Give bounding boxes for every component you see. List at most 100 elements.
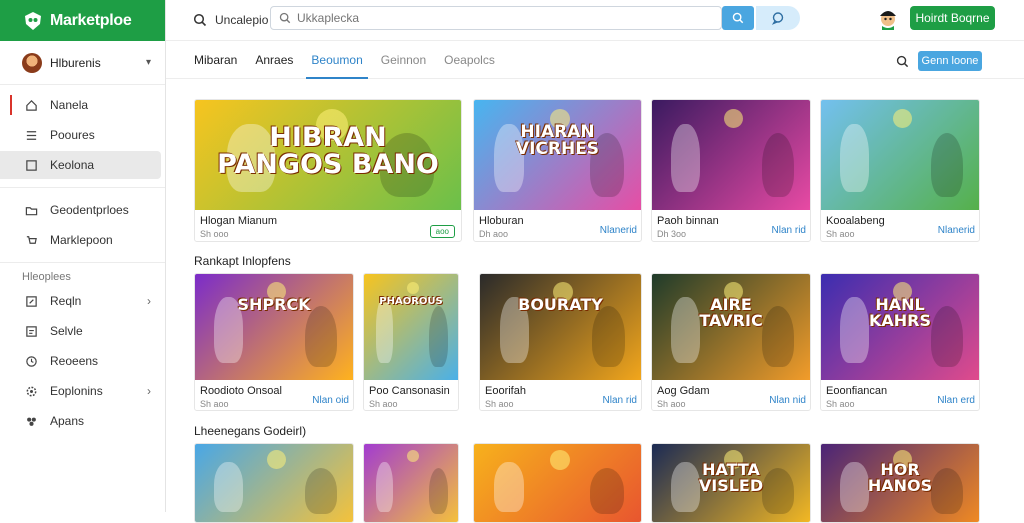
game-thumbnail[interactable] <box>474 444 641 523</box>
primary-cta-button[interactable]: Hoirdt Boqrne <box>910 6 995 30</box>
game-card[interactable]: HIBRAN PANGOS BANO Hlogan Mianum Sh ooo aoo <box>194 99 462 242</box>
brand-logo-icon <box>22 10 44 32</box>
sidebar-item-edit[interactable]: Reqln › <box>0 287 165 315</box>
sidebar-item-clock[interactable]: Reoeens <box>0 347 165 375</box>
game-thumbnail[interactable]: HIBRAN PANGOS BANO <box>195 100 461 210</box>
sidebar-item-label: Reoeens <box>50 354 98 368</box>
card-title[interactable]: Poo Cansonasin <box>369 385 450 397</box>
card-title[interactable]: Paoh binnan <box>657 215 719 227</box>
game-thumbnail[interactable] <box>195 444 353 523</box>
game-thumbnail[interactable]: HATTA VISLED <box>652 444 810 523</box>
sidebar-item-home[interactable]: Nanela <box>0 91 165 119</box>
edit-icon <box>24 294 38 308</box>
search-input[interactable] <box>297 11 721 25</box>
card-link[interactable]: Nlan oid <box>312 395 349 406</box>
card-link[interactable]: Nlan rid <box>772 225 806 236</box>
sidebar-item-cart[interactable]: Marklepoon <box>0 226 165 254</box>
settings-icon <box>24 384 38 398</box>
game-card[interactable]: HOR HANOS <box>820 443 980 523</box>
game-thumbnail[interactable] <box>821 100 979 210</box>
tab-action-button[interactable]: Genn loone <box>918 51 982 71</box>
game-card[interactable]: AIRE TAVRICAog GdamSh aooNlan nid <box>651 273 811 411</box>
top-label: Uncalepio <box>215 13 268 27</box>
game-thumbnail[interactable]: PHAOROUS <box>364 274 458 380</box>
game-card[interactable]: KooalabengSh aooNlanerid <box>820 99 980 242</box>
game-thumbnail[interactable] <box>364 444 458 523</box>
tab-1[interactable]: Anraes <box>246 41 302 79</box>
tab-bar: Mibaran Anraes Beoumon Geinnon Oeapolcs … <box>166 41 1024 79</box>
game-thumbnail[interactable]: SHPRCK <box>195 274 353 380</box>
cart-icon <box>24 233 38 247</box>
game-thumbnail[interactable]: HANL KAHRS <box>821 274 979 380</box>
chevron-down-icon: ▾ <box>146 57 151 68</box>
sidebar-item-gear[interactable]: Apans <box>0 407 165 435</box>
character-figure <box>762 133 794 197</box>
avatar <box>22 53 42 73</box>
search-icon[interactable] <box>193 13 207 27</box>
game-card[interactable]: SHPRCK Roodioto Onsoal Sh aoo Nlan oid <box>194 273 354 411</box>
sidebar-item-list[interactable]: Pooures <box>0 121 165 149</box>
card-title[interactable]: Aog Gdam <box>657 385 710 397</box>
card-link[interactable]: Nlan erd <box>937 395 975 406</box>
game-thumbnail[interactable]: HIARAN VICRHES <box>474 100 641 210</box>
sidebar-item-settings[interactable]: Eoplonins › <box>0 377 165 405</box>
game-card[interactable]: HATTA VISLED <box>651 443 811 523</box>
sidebar-section-label: Hleoplees <box>0 271 165 283</box>
card-title[interactable]: Hloburan <box>479 215 524 227</box>
sparkle-shape <box>407 282 419 294</box>
divider <box>0 187 165 188</box>
card-meta: Sh aoo <box>369 399 398 409</box>
tab-2[interactable]: Beoumon <box>302 41 371 79</box>
game-card[interactable]: HANL KAHRSEoonfiancanSh aooNlan erd <box>820 273 980 411</box>
game-thumbnail[interactable]: AIRE TAVRIC <box>652 274 810 380</box>
game-thumbnail[interactable]: BOURATY <box>480 274 641 380</box>
search-button[interactable] <box>722 6 754 30</box>
game-card[interactable]: BOURATY Eoorifah Sh aoo Nlan rid <box>479 273 642 411</box>
card-title[interactable]: Eoonfiancan <box>826 385 887 397</box>
sidebar-item-folder[interactable]: Geodentprloes <box>0 196 165 224</box>
game-card[interactable]: HIARAN VICRHES Hloburan Dh aoo Nlanerid <box>473 99 642 242</box>
game-thumbnail[interactable]: HOR HANOS <box>821 444 979 523</box>
character-figure <box>429 468 448 514</box>
card-meta: Dh 3oo <box>657 229 686 239</box>
sidebar-item-label: Reqln <box>50 294 81 308</box>
tab-0[interactable]: Mibaran <box>185 41 246 79</box>
card-meta: Sh ooo <box>200 229 229 239</box>
home-icon <box>24 98 38 112</box>
game-card[interactable] <box>363 443 459 523</box>
character-figure <box>429 306 448 367</box>
card-title[interactable]: Eoorifah <box>485 385 526 397</box>
mascot-avatar-icon[interactable] <box>876 6 900 30</box>
card-meta: Sh aoo <box>485 399 514 409</box>
search-icon <box>279 12 291 24</box>
game-card[interactable] <box>473 443 642 523</box>
character-figure <box>590 468 624 514</box>
card-meta: Dh aoo <box>479 229 508 239</box>
game-card[interactable]: Paoh binnan Dh 3oo Nlan rid <box>651 99 811 242</box>
game-thumbnail[interactable] <box>652 100 810 210</box>
sidebar-item-selected[interactable]: Keolona <box>0 151 161 179</box>
voice-search-button[interactable] <box>756 6 800 30</box>
card-link[interactable]: Nlan nid <box>769 395 806 406</box>
user-menu[interactable]: Hlburenis ▾ <box>0 41 165 85</box>
sidebar-item-doc[interactable]: Selvle <box>0 317 165 345</box>
brand-bar[interactable]: Marketploe <box>0 0 165 41</box>
search-input-wrapper[interactable] <box>270 6 722 30</box>
search-icon[interactable] <box>896 55 909 68</box>
card-title[interactable]: Hlogan Mianum <box>200 215 277 227</box>
card-meta: Sh aoo <box>200 399 229 409</box>
sidebar-item-label: Selvle <box>50 324 83 338</box>
sparkle-shape <box>550 450 570 470</box>
card-link[interactable]: Nlanerid <box>938 225 975 236</box>
game-card[interactable] <box>194 443 354 523</box>
main-content: HIBRAN PANGOS BANO Hlogan Mianum Sh ooo aoo… <box>166 79 1024 512</box>
card-link[interactable]: Nlan rid <box>603 395 637 406</box>
card-tag[interactable]: aoo <box>430 225 455 238</box>
tab-3[interactable]: Geinnon <box>372 41 435 79</box>
card-title[interactable]: Roodioto Onsoal <box>200 385 282 397</box>
sparkle-shape <box>267 450 286 469</box>
tab-4[interactable]: Oeapolcs <box>435 41 504 79</box>
card-link[interactable]: Nlanerid <box>600 225 637 236</box>
game-card[interactable]: PHAOROUS Poo Cansonasin Sh aoo <box>363 273 459 411</box>
card-title[interactable]: Kooalabeng <box>826 215 885 227</box>
